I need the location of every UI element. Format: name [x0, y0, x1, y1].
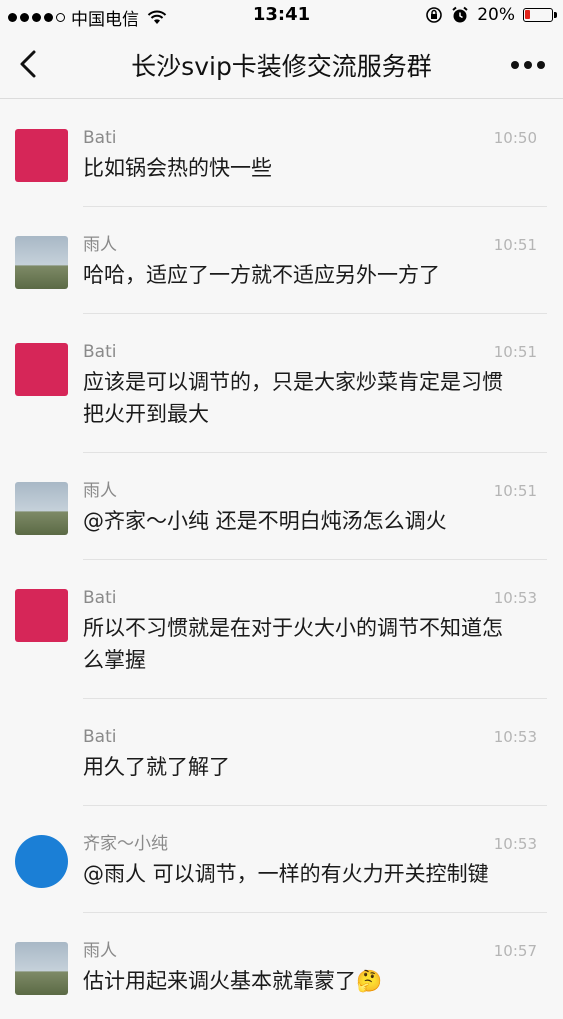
sender-name: Bati	[83, 727, 117, 747]
avatar-landscape[interactable]	[15, 482, 68, 535]
message-text[interactable]: 所以不习惯就是在对于火大小的调节不知道怎么掌握	[83, 612, 547, 676]
sender-name: Bati	[83, 588, 117, 608]
message-item[interactable]: 雨人 10:51 @齐家～小纯 还是不明白炖汤怎么调火	[0, 452, 563, 559]
sender-name: 齐家～小纯	[83, 834, 168, 854]
more-options-icon[interactable]	[511, 61, 545, 69]
message-text[interactable]: @齐家～小纯 还是不明白炖汤怎么调火	[83, 505, 547, 537]
message-time: 10:53	[493, 589, 537, 607]
rotation-lock-icon	[426, 7, 443, 23]
message-text[interactable]: 估计用起来调火基本就靠蒙了🤔	[83, 965, 547, 997]
message-item[interactable]: 齐家～小纯 10:53 @雨人 可以调节，一样的有火力开关控制键	[0, 805, 563, 912]
battery-icon	[523, 8, 557, 22]
message-text[interactable]: @雨人 可以调节，一样的有火力开关控制键	[83, 858, 547, 890]
sender-name: Bati	[83, 342, 117, 362]
message-time: 10:51	[493, 236, 537, 254]
sender-name: 雨人	[83, 235, 117, 255]
message-time: 10:53	[493, 728, 537, 746]
message-text[interactable]: 比如锅会热的快一些	[83, 152, 547, 184]
message-time: 10:53	[493, 835, 537, 853]
chat-title: 长沙svip卡装修交流服务群	[131, 52, 432, 81]
avatar-landscape[interactable]	[15, 236, 68, 289]
message-time: 10:50	[493, 129, 537, 147]
sender-name: 雨人	[83, 941, 117, 961]
nav-bar: 长沙svip卡装修交流服务群	[0, 32, 563, 99]
back-chevron-icon[interactable]	[14, 46, 46, 82]
message-item[interactable]: Bati 10:53 用久了就了解了	[0, 698, 563, 805]
avatar-blue-badge[interactable]	[15, 835, 68, 888]
battery-percent: 20%	[477, 5, 515, 25]
message-list[interactable]: Bati 10:50 比如锅会热的快一些 雨人 10:51 哈哈，适应了一方就不…	[0, 99, 563, 1019]
message-text[interactable]: 哈哈，适应了一方就不适应另外一方了	[83, 259, 547, 291]
battery-level	[525, 10, 530, 19]
avatar-bati-svip[interactable]	[15, 343, 68, 396]
alarm-icon	[452, 6, 468, 23]
status-bar: 中国电信 13:41 20%	[0, 0, 563, 32]
avatar-bati-svip[interactable]	[15, 129, 68, 182]
avatar-landscape[interactable]	[15, 942, 68, 995]
message-time: 10:51	[493, 343, 537, 361]
message-time: 10:51	[493, 482, 537, 500]
message-item[interactable]: 雨人 10:51 哈哈，适应了一方就不适应另外一方了	[0, 206, 563, 313]
message-item[interactable]: Bati 10:50 比如锅会热的快一些	[0, 99, 563, 206]
message-time: 10:57	[493, 942, 537, 960]
message-item[interactable]: Bati 10:51 应该是可以调节的，只是大家炒菜肯定是习惯把火开到最大	[0, 313, 563, 452]
sender-name: 雨人	[83, 481, 117, 501]
message-text[interactable]: 用久了就了解了	[83, 751, 547, 783]
message-text[interactable]: 应该是可以调节的，只是大家炒菜肯定是习惯把火开到最大	[83, 366, 547, 430]
message-item[interactable]: Bati 10:53 所以不习惯就是在对于火大小的调节不知道怎么掌握	[0, 559, 563, 698]
sender-name: Bati	[83, 128, 117, 148]
avatar-bati-svip[interactable]	[15, 589, 68, 642]
message-item[interactable]: 雨人 10:57 估计用起来调火基本就靠蒙了🤔	[0, 912, 563, 1019]
